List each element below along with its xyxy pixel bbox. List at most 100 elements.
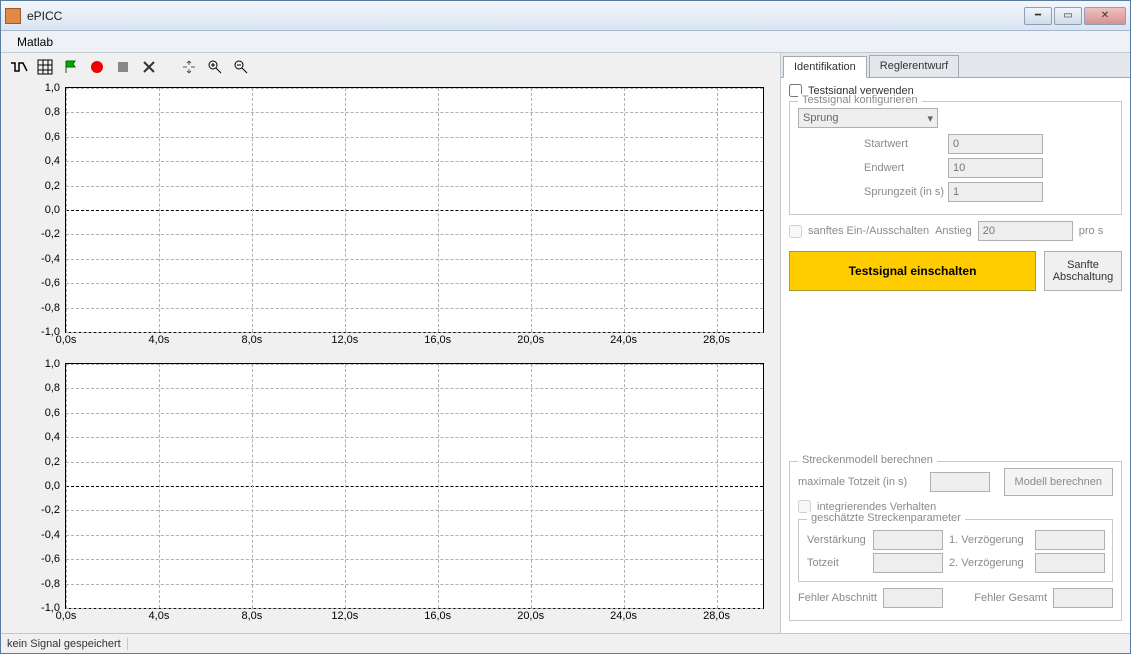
y-tick-label: -0,8 (41, 302, 66, 314)
app-window: ePICC ━ ▭ ✕ Matlab (0, 0, 1131, 654)
x-tick-label: 0,0s (56, 608, 77, 622)
y-tick-label: 1,0 (45, 358, 66, 370)
totzeit-label: Totzeit (807, 557, 867, 569)
verstaerkung-label: Verstärkung (807, 534, 867, 546)
verz2-input[interactable] (1035, 553, 1105, 573)
y-tick-label: -0,6 (41, 277, 66, 289)
anstieg-unit: pro s (1079, 225, 1103, 237)
x-tick-label: 12,0s (331, 608, 358, 622)
menubar: Matlab (1, 31, 1130, 53)
anstieg-input[interactable] (978, 221, 1073, 241)
testsignal-einschalten-button[interactable]: Testsignal einschalten (789, 251, 1036, 291)
x-tick-label: 16,0s (424, 608, 451, 622)
tab-identifikation[interactable]: Identifikation (783, 56, 867, 78)
signal-icon[interactable] (9, 57, 29, 77)
x-tick-label: 28,0s (703, 332, 730, 346)
fehler-gesamt-input[interactable] (1053, 588, 1113, 608)
anstieg-label: Anstieg (935, 225, 972, 237)
left-pane: -1,0-0,8-0,6-0,4-0,20,00,20,40,60,81,00,… (1, 53, 780, 633)
maximize-button[interactable]: ▭ (1054, 7, 1082, 25)
integrierend-label: integrierendes Verhalten (817, 501, 936, 513)
app-icon (5, 8, 21, 24)
streckenmodell-legend: Streckenmodell berechnen (798, 454, 937, 466)
chart-area: -1,0-0,8-0,6-0,4-0,20,00,20,40,60,81,00,… (5, 81, 776, 629)
chevron-down-icon: ▾ (927, 112, 933, 125)
tab-content-identifikation: Testsignal verwenden Testsignal konfigur… (781, 78, 1130, 633)
zoom-in-icon[interactable] (205, 57, 225, 77)
param-fieldset: geschätzte Streckenparameter Verstärkung… (798, 519, 1113, 582)
x-tick-label: 12,0s (331, 332, 358, 346)
pan-icon[interactable] (179, 57, 199, 77)
y-tick-label: -0,6 (41, 553, 66, 565)
y-tick-label: -0,2 (41, 504, 66, 516)
sanfte-abschaltung-button[interactable]: Sanfte Abschaltung (1044, 251, 1122, 291)
y-tick-label: 0,6 (45, 131, 66, 143)
chart-1[interactable]: -1,0-0,8-0,6-0,4-0,20,00,20,40,60,81,00,… (5, 81, 776, 353)
y-tick-label: 0,2 (45, 180, 66, 192)
x-tick-label: 24,0s (610, 332, 637, 346)
y-tick-label: 0,0 (45, 204, 66, 216)
x-tick-label: 4,0s (149, 608, 170, 622)
modell-berechnen-button[interactable]: Modell berechnen (1004, 468, 1113, 496)
verz1-input[interactable] (1035, 530, 1105, 550)
minimize-button[interactable]: ━ (1024, 7, 1052, 25)
verz2-label: 2. Verzögerung (949, 557, 1029, 569)
clear-icon[interactable] (139, 57, 159, 77)
sprungzeit-label: Sprungzeit (in s) (798, 186, 948, 198)
flag-icon[interactable] (61, 57, 81, 77)
x-tick-label: 4,0s (149, 332, 170, 346)
chart-2[interactable]: -1,0-0,8-0,6-0,4-0,20,00,20,40,60,81,00,… (5, 357, 776, 629)
statusbar: kein Signal gespeichert (1, 633, 1130, 653)
y-tick-label: 0,2 (45, 456, 66, 468)
x-tick-label: 20,0s (517, 608, 544, 622)
testsignal-konfigurieren-fieldset: Testsignal konfigurieren Sprung ▾ Startw… (789, 101, 1122, 215)
record-icon[interactable] (87, 57, 107, 77)
status-text: kein Signal gespeichert (7, 638, 128, 650)
x-tick-label: 8,0s (241, 608, 262, 622)
max-totzeit-input[interactable] (930, 472, 990, 492)
streckenmodell-fieldset: Streckenmodell berechnen maximale Totzei… (789, 461, 1122, 621)
tab-reglerentwurf[interactable]: Reglerentwurf (869, 55, 959, 77)
tabs: Identifikation Reglerentwurf (781, 53, 1130, 78)
x-tick-label: 8,0s (241, 332, 262, 346)
y-tick-label: -0,4 (41, 253, 66, 265)
y-tick-label: 0,0 (45, 480, 66, 492)
y-tick-label: 0,6 (45, 407, 66, 419)
y-tick-label: 1,0 (45, 82, 66, 94)
menu-matlab[interactable]: Matlab (9, 33, 61, 51)
x-tick-label: 24,0s (610, 608, 637, 622)
zoom-out-icon[interactable] (231, 57, 251, 77)
toolbar (5, 53, 776, 81)
verz1-label: 1. Verzögerung (949, 534, 1029, 546)
totzeit-input[interactable] (873, 553, 943, 573)
endwert-input[interactable] (948, 158, 1043, 178)
close-button[interactable]: ✕ (1084, 7, 1126, 25)
sanftes-label: sanftes Ein-/Ausschalten (808, 225, 929, 237)
max-totzeit-label: maximale Totzeit (in s) (798, 476, 924, 488)
startwert-label: Startwert (798, 138, 948, 150)
x-tick-label: 20,0s (517, 332, 544, 346)
sanftes-checkbox[interactable] (789, 225, 802, 238)
startwert-input[interactable] (948, 134, 1043, 154)
fehler-abschnitt-input[interactable] (883, 588, 943, 608)
window-title: ePICC (27, 9, 1024, 23)
verstaerkung-input[interactable] (873, 530, 943, 550)
fieldset-legend: Testsignal konfigurieren (798, 94, 922, 106)
y-tick-label: 0,8 (45, 106, 66, 118)
fehler-abschnitt-label: Fehler Abschnitt (798, 592, 877, 604)
y-tick-label: -0,8 (41, 578, 66, 590)
y-tick-label: 0,4 (45, 431, 66, 443)
signal-type-select[interactable]: Sprung ▾ (798, 108, 938, 128)
x-tick-label: 0,0s (56, 332, 77, 346)
endwert-label: Endwert (798, 162, 948, 174)
x-tick-label: 16,0s (424, 332, 451, 346)
y-tick-label: -0,4 (41, 529, 66, 541)
sprungzeit-input[interactable] (948, 182, 1043, 202)
y-tick-label: -0,2 (41, 228, 66, 240)
y-tick-label: 0,4 (45, 155, 66, 167)
stop-icon[interactable] (113, 57, 133, 77)
titlebar[interactable]: ePICC ━ ▭ ✕ (1, 1, 1130, 31)
right-panel: Identifikation Reglerentwurf Testsignal … (780, 53, 1130, 633)
grid-icon[interactable] (35, 57, 55, 77)
x-tick-label: 28,0s (703, 608, 730, 622)
